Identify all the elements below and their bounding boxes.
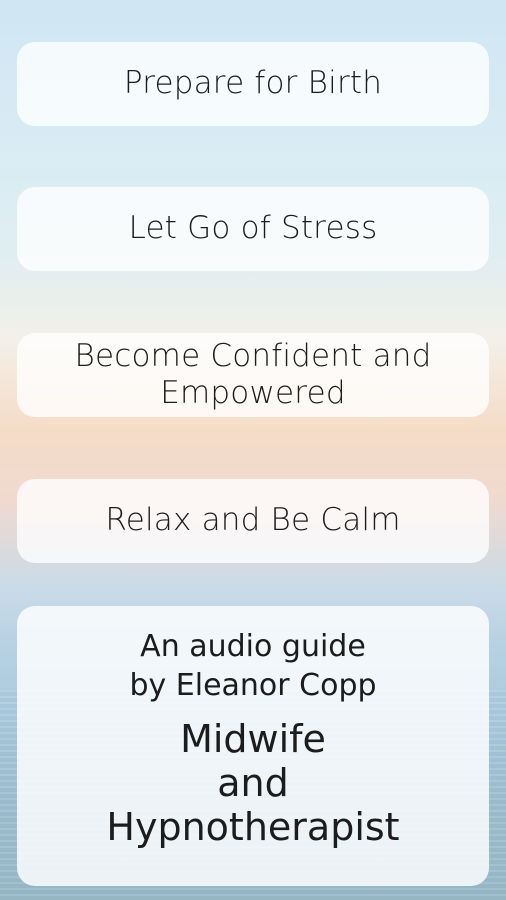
menu-button-label: Become Confident and Empowered (74, 337, 432, 411)
menu-button-let-go-of-stress[interactable]: Let Go of Stress (17, 187, 489, 271)
menu-button-relax-and-be-calm[interactable]: Relax and Be Calm (17, 479, 489, 563)
menu-button-prepare-for-birth[interactable]: Prepare for Birth (17, 42, 489, 126)
menu-button-label: Prepare for Birth (123, 65, 383, 102)
author-info-panel: An audio guide by Eleanor Copp Midwife a… (17, 606, 489, 886)
author-profession: Midwife and Hypnotherapist (106, 717, 400, 849)
menu-button-label: Let Go of Stress (128, 210, 378, 247)
menu-button-label: Relax and Be Calm (105, 502, 401, 539)
menu-button-become-confident[interactable]: Become Confident and Empowered (17, 333, 489, 417)
author-byline: An audio guide by Eleanor Copp (129, 629, 377, 703)
